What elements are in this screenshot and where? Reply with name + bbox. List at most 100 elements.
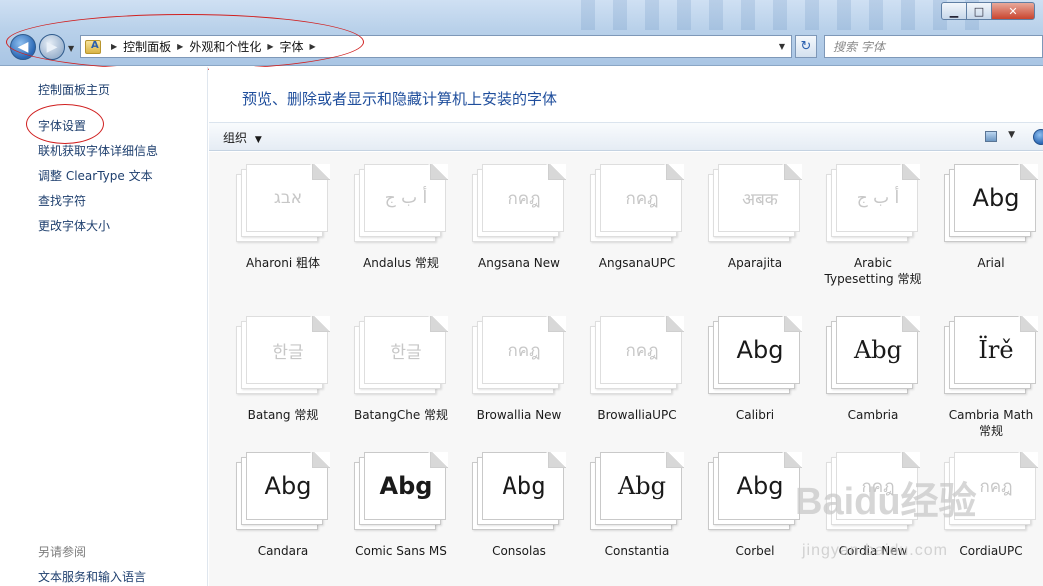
back-arrow-icon: ◀ [17,39,29,55]
sidebar-item-font-settings[interactable]: 字体设置 [38,117,86,134]
font-tile[interactable]: 한글 Batang 常规 [228,316,338,423]
font-file-icon: Abg [472,452,566,530]
font-preview-glyph: กคฎ [861,476,895,497]
font-tile[interactable]: Ïrě Cambria Math 常规 [936,316,1043,439]
close-button[interactable]: ✕ [991,2,1035,20]
font-file-icon: Abg [354,452,448,530]
font-preview-glyph: 한글 [390,342,422,363]
font-file-icon: กคฎ [590,316,684,394]
font-tile[interactable]: أ ب ج Andalus 常规 [346,164,456,271]
font-name-label: Constantia [604,544,670,558]
font-file-icon: 한글 [236,316,330,394]
maximize-button[interactable]: □ [966,2,992,20]
refresh-button[interactable]: ↻ [795,35,817,58]
control-panel-folder-icon [85,39,101,54]
sidebar-item-control-panel-home[interactable]: 控制面板主页 [38,81,110,98]
font-file-icon: Abg [708,316,802,394]
left-panel: 控制面板主页 字体设置 联机获取字体详细信息 调整 ClearType 文本 查… [0,67,208,586]
chevron-right-icon[interactable]: ▶ [177,42,183,51]
page-title: 预览、删除或者显示和隐藏计算机上安装的字体 [242,90,558,108]
font-tile[interactable]: Abg Calibri [700,316,810,423]
font-name-label: CordiaUPC [959,544,1023,558]
font-tile[interactable]: 한글 BatangChe 常规 [346,316,456,423]
font-file-icon: أ ب ج [826,164,920,242]
font-tile[interactable]: Abg Candara [228,452,338,559]
font-preview-glyph: กคฎ [625,188,659,209]
font-name-label: Comic Sans MS [355,544,447,558]
sidebar-item-find-character[interactable]: 查找字符 [38,192,86,209]
font-name-label: Arabic Typesetting 常规 [824,256,922,286]
font-tile[interactable]: Abg Arial [936,164,1043,271]
font-file-icon: Abg [590,452,684,530]
font-name-label: Corbel [735,544,775,558]
font-tile[interactable]: Abg Cambria [818,316,928,423]
font-file-icon: Abg [236,452,330,530]
font-name-label: Angsana New [478,256,560,270]
font-preview-glyph: Abg [853,336,903,364]
font-tile[interactable]: กคฎ Angsana New [464,164,574,271]
breadcrumb-appearance[interactable]: 外观和个性化 [189,38,261,55]
breadcrumb-fonts[interactable]: 字体 [280,38,304,55]
font-tile[interactable]: กคฎ Cordia New [818,452,928,559]
font-name-label: Arial [977,256,1005,270]
font-file-icon: אבג [236,164,330,242]
font-file-icon: Abg [944,164,1038,242]
font-name-label: Consolas [492,544,546,558]
see-also-heading: 另请参阅 [38,545,87,559]
help-icon[interactable] [1033,129,1043,145]
font-name-label: BatangChe 常规 [353,408,449,422]
recent-pages-dropdown[interactable]: ▼ [68,44,74,53]
font-preview-glyph: Ïrě [978,336,1014,364]
font-file-icon: 한글 [354,316,448,394]
font-tile[interactable]: أ ب ج Arabic Typesetting 常规 [818,164,928,287]
font-tile[interactable]: กคฎ BrowalliaUPC [582,316,692,423]
view-options-dropdown[interactable]: ▼ [1008,130,1015,140]
font-preview-glyph: กคฎ [507,340,541,361]
toolbar: 组织 ▼ ▼ [209,122,1043,151]
font-tile[interactable]: กคฎ Browallia New [464,316,574,423]
font-tile[interactable]: Abg Comic Sans MS [346,452,456,559]
chevron-right-icon[interactable]: ▶ [111,42,117,51]
font-name-label: Candara [257,544,309,558]
minimize-button[interactable]: ▁ [941,2,967,20]
back-button[interactable]: ◀ [10,34,36,60]
font-preview-glyph: अबक [742,189,778,210]
sidebar-item-adjust-cleartype[interactable]: 调整 ClearType 文本 [38,167,153,184]
organize-label: 组织 [223,131,248,145]
organize-menu-button[interactable]: 组织 ▼ [223,129,262,146]
font-tile[interactable]: กคฎ AngsanaUPC [582,164,692,271]
search-input[interactable] [833,39,1013,54]
font-preview-glyph: Abg [617,472,667,500]
font-tile[interactable]: กคฎ CordiaUPC [936,452,1043,559]
font-preview-glyph: 한글 [272,342,304,363]
font-tile[interactable]: Abg Consolas [464,452,574,559]
font-tile[interactable]: Abg Constantia [582,452,692,559]
font-tile[interactable]: Abg Corbel [700,452,810,559]
font-file-icon: أ ب ج [354,164,448,242]
font-preview-glyph: กคฎ [507,188,541,209]
font-tile[interactable]: अबक Aparajita [700,164,810,271]
font-file-icon: กคฎ [590,164,684,242]
font-name-label: Browallia New [476,408,562,422]
title-bar: ▁ □ ✕ ◀ ▶ ▼ ▶ 控制面板 ▶ 外观和个性化 ▶ 字体 ▶ ▼ ↻ [0,0,1043,66]
font-name-label: Cambria [847,408,899,422]
font-tile[interactable]: אבג Aharoni 粗体 [228,164,338,271]
sidebar-item-get-font-info-online[interactable]: 联机获取字体详细信息 [38,142,158,159]
breadcrumb-control-panel[interactable]: 控制面板 [123,38,171,55]
chevron-right-icon[interactable]: ▶ [310,42,316,51]
forward-button[interactable]: ▶ [39,34,65,60]
font-file-icon: अबक [708,164,802,242]
font-file-icon: Abg [826,316,920,394]
address-bar[interactable]: ▶ 控制面板 ▶ 外观和个性化 ▶ 字体 ▶ ▼ [80,35,792,58]
font-preview-glyph: Abg [972,184,1020,212]
search-box[interactable] [824,35,1043,58]
font-file-icon: Abg [708,452,802,530]
address-history-dropdown[interactable]: ▼ [779,42,785,51]
font-file-icon: Ïrě [944,316,1038,394]
font-file-icon: กคฎ [826,452,920,530]
sidebar-item-change-font-size[interactable]: 更改字体大小 [38,217,110,234]
sidebar-item-text-services[interactable]: 文本服务和输入语言 [38,568,146,585]
change-view-icon[interactable] [985,131,997,142]
chevron-right-icon[interactable]: ▶ [267,42,273,51]
font-name-label: BrowalliaUPC [597,408,677,422]
